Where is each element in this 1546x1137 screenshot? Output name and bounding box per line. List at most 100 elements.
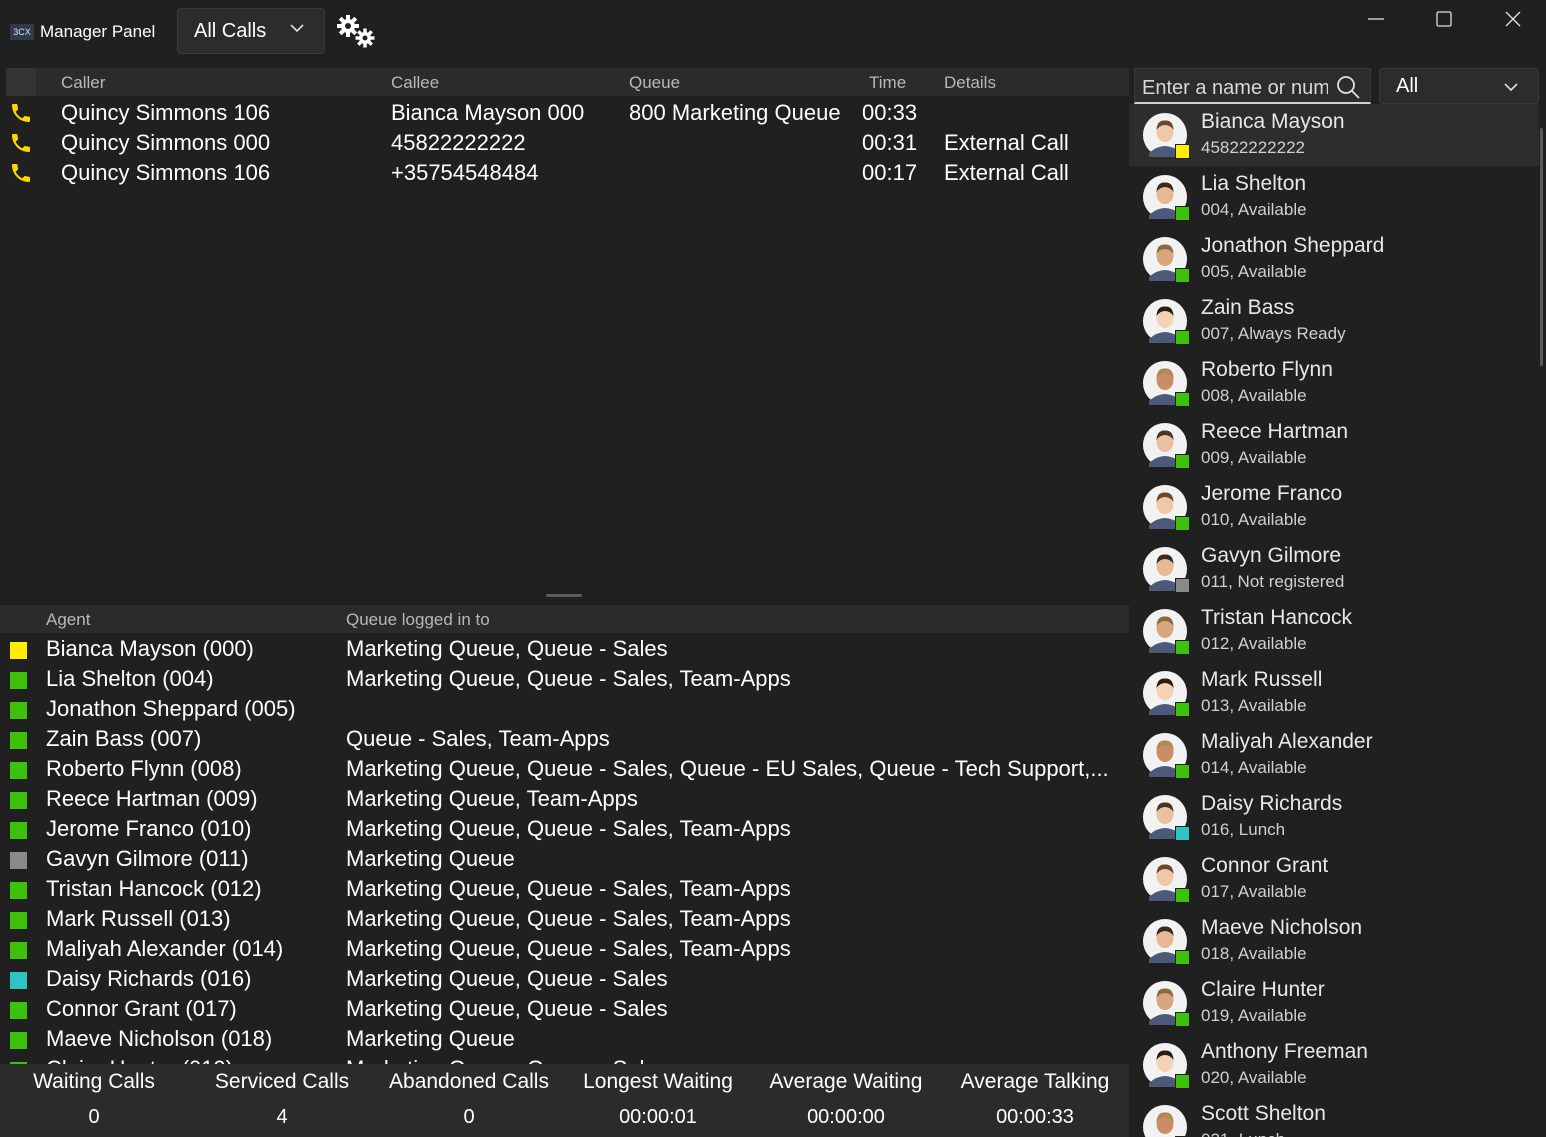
contact-item[interactable]: Gavyn Gilmore 011, Not registered bbox=[1129, 538, 1539, 600]
agent-row[interactable]: Tristan Hancock (012) Marketing Queue, Qu… bbox=[0, 875, 1129, 905]
agent-name: Roberto Flynn (008) bbox=[46, 756, 242, 781]
contact-filter-label: All bbox=[1396, 75, 1419, 97]
presence-indicator bbox=[1175, 888, 1190, 903]
contact-item[interactable]: Maeve Nicholson 018, Available bbox=[1129, 910, 1539, 972]
column-callee[interactable]: Callee bbox=[391, 73, 439, 93]
contact-search-input[interactable] bbox=[1140, 75, 1330, 101]
contact-name: Gavyn Gilmore bbox=[1201, 544, 1342, 567]
call-callee: 45822222222 bbox=[391, 130, 526, 155]
agent-row[interactable]: Roberto Flynn (008) Marketing Queue, Queu… bbox=[0, 755, 1129, 785]
agent-name: Claire Hunter (019) bbox=[46, 1056, 233, 1064]
column-queue[interactable]: Queue bbox=[629, 73, 680, 93]
phone-icon bbox=[12, 164, 30, 182]
presence-indicator bbox=[1175, 950, 1190, 965]
agent-queues: Marketing Queue, Queue - Sales, Team-App… bbox=[346, 816, 791, 841]
call-row[interactable]: Quincy Simmons 000 45822222222 00:31 Extern… bbox=[0, 128, 1129, 158]
contact-status-text: 019, Available bbox=[1201, 1006, 1307, 1025]
contact-filter-dropdown[interactable]: All bbox=[1379, 68, 1539, 104]
app-title: Manager Panel bbox=[40, 22, 156, 41]
status-indicator bbox=[10, 762, 27, 779]
agent-row[interactable]: Mark Russell (013) Marketing Queue, Queue… bbox=[0, 905, 1129, 935]
header-gutter bbox=[6, 68, 36, 96]
agent-row[interactable]: Jerome Franco (010) Marketing Queue, Queu… bbox=[0, 815, 1129, 845]
agent-queues: Marketing Queue, Queue - Sales bbox=[346, 966, 668, 991]
contact-item[interactable]: Bianca Mayson 45822222222 bbox=[1129, 104, 1539, 166]
agent-row[interactable]: Gavyn Gilmore (011) Marketing Queue bbox=[0, 845, 1129, 875]
status-indicator bbox=[10, 732, 27, 749]
agent-row[interactable]: Daisy Richards (016) Marketing Queue, Que… bbox=[0, 965, 1129, 995]
call-queue: 800 Marketing Queue bbox=[629, 100, 841, 125]
contact-name: Maeve Nicholson bbox=[1201, 916, 1363, 939]
contact-status-text: 013, Available bbox=[1201, 696, 1307, 715]
status-indicator bbox=[10, 912, 27, 929]
minimize-button[interactable] bbox=[1346, 0, 1406, 38]
agent-name: Gavyn Gilmore (011) bbox=[46, 846, 249, 871]
contact-status-text: 012, Available bbox=[1201, 634, 1307, 653]
status-indicator bbox=[10, 972, 27, 989]
contact-item[interactable]: Reece Hartman 009, Available bbox=[1129, 414, 1539, 476]
agent-queues: Queue - Sales, Team-Apps bbox=[346, 726, 610, 751]
search-icon[interactable] bbox=[1336, 75, 1360, 99]
contact-item[interactable]: Mark Russell 013, Available bbox=[1129, 662, 1539, 724]
agent-row[interactable]: Bianca Mayson (000) Marketing Queue, Queu… bbox=[0, 635, 1129, 665]
agent-name: Reece Hartman (009) bbox=[46, 786, 258, 811]
agent-row[interactable]: Maeve Nicholson (018) Marketing Queue bbox=[0, 1025, 1129, 1055]
close-button[interactable] bbox=[1483, 0, 1543, 38]
presence-indicator bbox=[1175, 826, 1190, 841]
contact-search-box[interactable] bbox=[1134, 68, 1371, 104]
contact-item[interactable]: Claire Hunter 019, Available bbox=[1129, 972, 1539, 1034]
agent-row[interactable]: Zain Bass (007) Queue - Sales, Team-Apps bbox=[0, 725, 1129, 755]
contact-item[interactable]: Jerome Franco 010, Available bbox=[1129, 476, 1539, 538]
contact-item[interactable]: Daisy Richards 016, Lunch bbox=[1129, 786, 1539, 848]
agent-row[interactable]: Jonathon Sheppard (005) bbox=[0, 695, 1129, 725]
call-callee: Bianca Mayson 000 bbox=[391, 100, 585, 125]
agent-row[interactable]: Reece Hartman (009) Marketing Queue, Team… bbox=[0, 785, 1129, 815]
agent-name: Bianca Mayson (000) bbox=[46, 636, 254, 661]
stat-label: Average Waiting bbox=[769, 1070, 923, 1093]
contact-item[interactable]: Jonathon Sheppard 005, Available bbox=[1129, 228, 1539, 290]
contact-list-scrollbar[interactable] bbox=[1540, 128, 1543, 366]
contact-item[interactable]: Scott Shelton 021, Lunch bbox=[1129, 1096, 1539, 1137]
contact-item[interactable]: Lia Shelton 004, Available bbox=[1129, 166, 1539, 228]
panel-splitter-handle[interactable] bbox=[546, 594, 582, 597]
contact-item[interactable]: Roberto Flynn 008, Available bbox=[1129, 352, 1539, 414]
agent-row[interactable]: Lia Shelton (004) Marketing Queue, Queue … bbox=[0, 665, 1129, 695]
call-caller: Quincy Simmons 106 bbox=[61, 100, 271, 125]
avatar bbox=[1143, 1105, 1187, 1137]
call-row[interactable]: Quincy Simmons 106 Bianca Mayson 000 800 M… bbox=[0, 98, 1129, 128]
calls-table-header: Caller Callee Queue Time Details bbox=[6, 68, 1129, 96]
agent-row[interactable]: Claire Hunter (019) Marketing Queue, Queu… bbox=[0, 1055, 1129, 1064]
agent-name: Jonathon Sheppard (005) bbox=[46, 696, 296, 721]
contact-name: Roberto Flynn bbox=[1201, 358, 1333, 381]
column-time[interactable]: Time bbox=[869, 73, 906, 93]
contact-item[interactable]: Zain Bass 007, Always Ready bbox=[1129, 290, 1539, 352]
view-filter-dropdown[interactable]: All Calls bbox=[177, 8, 325, 54]
agent-queues: Marketing Queue, Queue - Sales, Team-App… bbox=[346, 876, 791, 901]
maximize-button[interactable] bbox=[1414, 0, 1474, 38]
column-caller[interactable]: Caller bbox=[61, 73, 105, 93]
call-row[interactable]: Quincy Simmons 106 +35754548484 00:17 Exter… bbox=[0, 158, 1129, 188]
column-agent[interactable]: Agent bbox=[46, 610, 90, 630]
gears-icon[interactable] bbox=[336, 14, 378, 50]
presence-indicator bbox=[1175, 578, 1190, 593]
stat-longest-waiting: Longest Waiting 00:00:01 bbox=[564, 1064, 752, 1137]
agent-row[interactable]: Maliyah Alexander (014) Marketing Queue, … bbox=[0, 935, 1129, 965]
agent-row[interactable]: Connor Grant (017) Marketing Queue, Queue… bbox=[0, 995, 1129, 1025]
column-queue-logged-in[interactable]: Queue logged in to bbox=[346, 610, 490, 630]
contact-item[interactable]: Tristan Hancock 012, Available bbox=[1129, 600, 1539, 662]
agent-name: Jerome Franco (010) bbox=[46, 816, 252, 841]
presence-indicator bbox=[1175, 1012, 1190, 1027]
contact-item[interactable]: Connor Grant 017, Available bbox=[1129, 848, 1539, 910]
contact-name: Bianca Mayson bbox=[1201, 110, 1345, 133]
contact-item[interactable]: Anthony Freeman 020, Available bbox=[1129, 1034, 1539, 1096]
contact-status-text: 009, Available bbox=[1201, 448, 1307, 467]
column-details[interactable]: Details bbox=[944, 73, 996, 93]
stat-label: Abandoned Calls bbox=[389, 1070, 549, 1093]
contact-item[interactable]: Maliyah Alexander 014, Available bbox=[1129, 724, 1539, 786]
contact-name: Anthony Freeman bbox=[1201, 1040, 1368, 1063]
agent-queues: Marketing Queue, Queue - Sales, Team-App… bbox=[346, 936, 791, 961]
status-indicator bbox=[10, 882, 27, 899]
agent-queues: Marketing Queue, Queue - Sales, Queue - … bbox=[346, 756, 1109, 781]
contact-status-text: 004, Available bbox=[1201, 200, 1307, 219]
agent-name: Mark Russell (013) bbox=[46, 906, 231, 931]
